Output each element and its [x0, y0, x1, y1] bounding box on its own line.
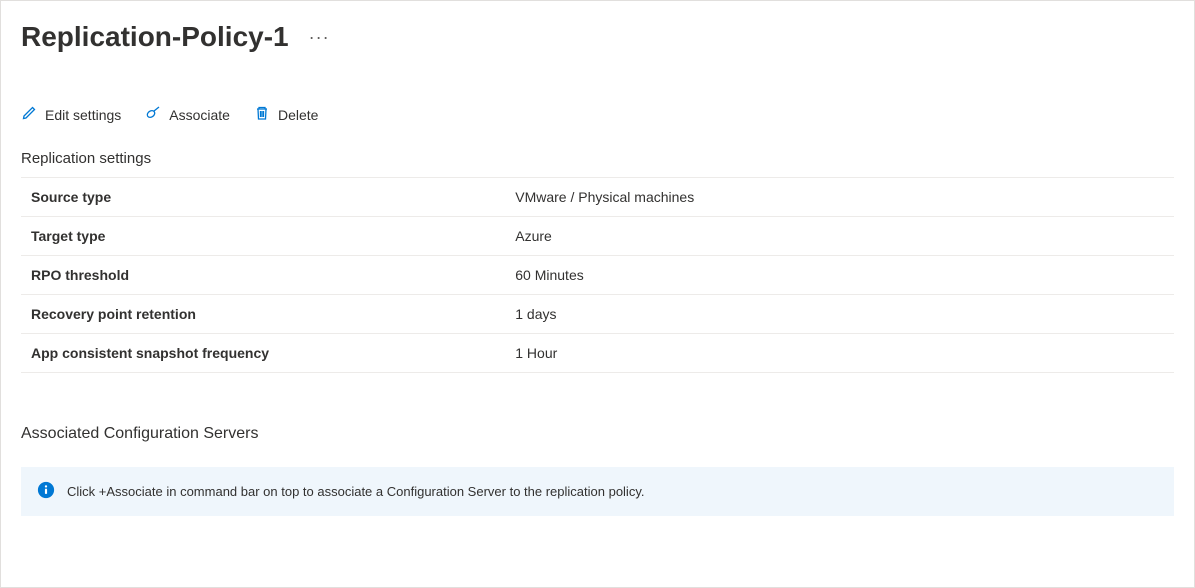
- setting-value: Azure: [505, 217, 1174, 256]
- associated-servers-title: Associated Configuration Servers: [21, 425, 1174, 443]
- delete-icon: [254, 105, 270, 124]
- table-row: Target typeAzure: [21, 217, 1174, 256]
- table-row: App consistent snapshot frequency1 Hour: [21, 334, 1174, 373]
- delete-label: Delete: [278, 107, 318, 123]
- setting-value: 1 Hour: [505, 334, 1174, 373]
- delete-button[interactable]: Delete: [254, 101, 318, 128]
- info-banner: Click +Associate in command bar on top t…: [21, 467, 1174, 516]
- command-bar: Edit settings Associate Delete: [21, 101, 1174, 128]
- more-actions-button[interactable]: ···: [305, 27, 334, 48]
- setting-value: 1 days: [505, 295, 1174, 334]
- edit-settings-label: Edit settings: [45, 107, 121, 123]
- table-row: Recovery point retention1 days: [21, 295, 1174, 334]
- page-header: Replication-Policy-1 ···: [21, 21, 1174, 53]
- info-icon: [37, 481, 55, 502]
- associate-button[interactable]: Associate: [145, 101, 230, 128]
- setting-label: App consistent snapshot frequency: [21, 334, 505, 373]
- setting-value: VMware / Physical machines: [505, 178, 1174, 217]
- setting-label: Source type: [21, 178, 505, 217]
- page-title: Replication-Policy-1: [21, 21, 289, 53]
- table-row: Source typeVMware / Physical machines: [21, 178, 1174, 217]
- associate-icon: [145, 105, 161, 124]
- setting-label: Recovery point retention: [21, 295, 505, 334]
- edit-icon: [21, 105, 37, 124]
- table-row: RPO threshold60 Minutes: [21, 256, 1174, 295]
- setting-label: RPO threshold: [21, 256, 505, 295]
- info-banner-message: Click +Associate in command bar on top t…: [67, 484, 644, 499]
- associate-label: Associate: [169, 107, 230, 123]
- setting-label: Target type: [21, 217, 505, 256]
- replication-settings-title: Replication settings: [21, 150, 1174, 167]
- setting-value: 60 Minutes: [505, 256, 1174, 295]
- replication-settings-table: Source typeVMware / Physical machinesTar…: [21, 177, 1174, 373]
- edit-settings-button[interactable]: Edit settings: [21, 101, 121, 128]
